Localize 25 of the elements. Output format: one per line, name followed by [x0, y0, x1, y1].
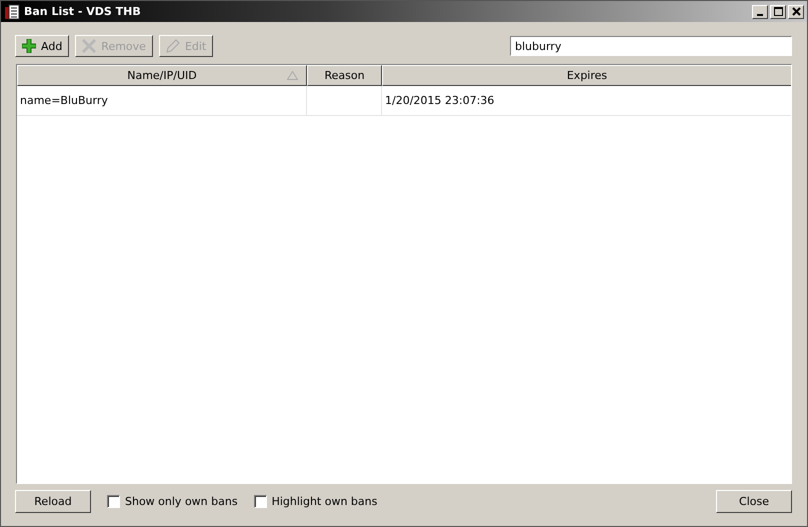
minimize-icon — [757, 14, 763, 16]
checkbox[interactable] — [107, 495, 120, 508]
plus-icon — [22, 39, 36, 53]
minimize-button[interactable] — [752, 4, 768, 18]
reload-button[interactable]: Reload — [15, 490, 91, 513]
maximize-button[interactable] — [770, 4, 786, 18]
pencil-icon — [166, 39, 180, 53]
table-cell: name=BluBurry — [17, 86, 307, 115]
close-icon — [792, 7, 800, 16]
checkbox-label: Show only own bans — [125, 495, 238, 508]
table-cell: 1/20/2015 23:07:36 — [382, 86, 791, 115]
search-field[interactable]: bluburry — [510, 36, 792, 56]
column-header[interactable]: Name/IP/UID — [17, 65, 307, 86]
checkbox[interactable] — [254, 495, 267, 508]
checkbox-label: Highlight own bans — [272, 495, 378, 508]
maximize-icon — [774, 7, 782, 16]
close-button[interactable] — [788, 4, 804, 18]
add-button[interactable]: Add — [15, 35, 70, 57]
column-header[interactable]: Expires — [382, 65, 791, 86]
column-header[interactable]: Reason — [307, 65, 382, 86]
sort-arrow-icon — [287, 71, 298, 80]
list-icon — [4, 4, 20, 20]
close-button[interactable]: Close — [716, 490, 792, 513]
x-icon — [82, 39, 96, 53]
window-title: Ban List - VDS THB — [24, 5, 141, 18]
